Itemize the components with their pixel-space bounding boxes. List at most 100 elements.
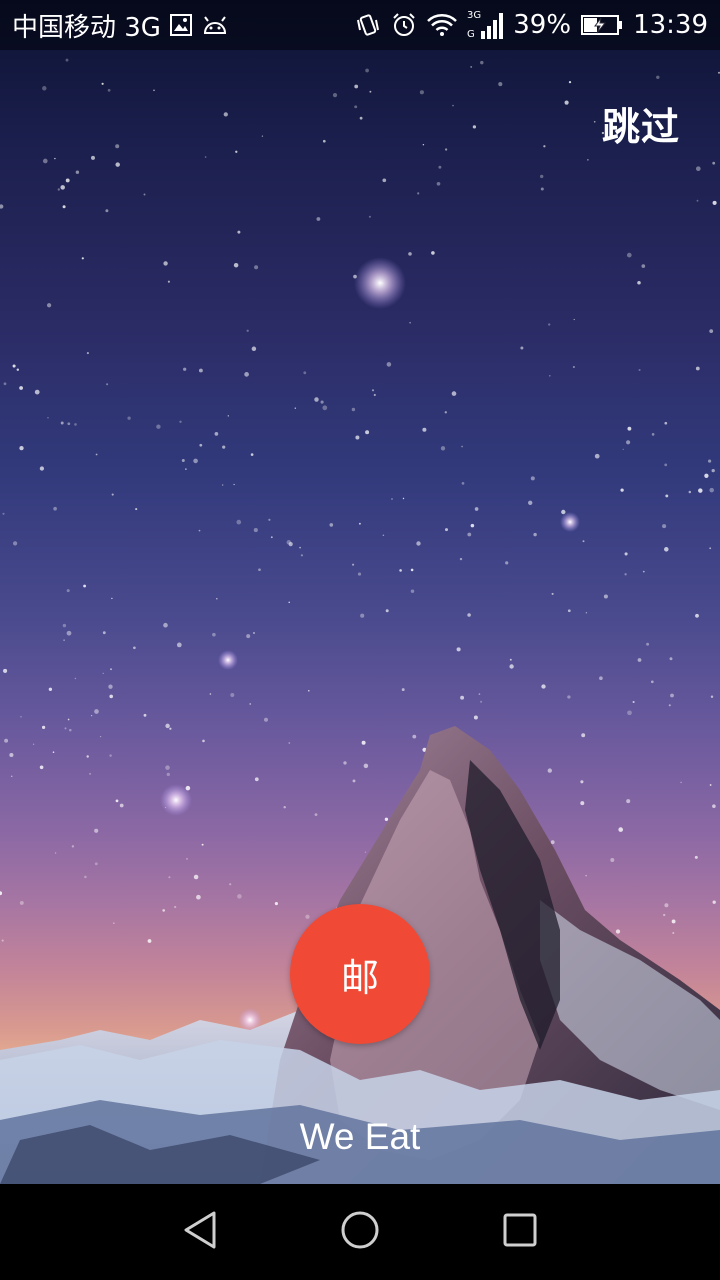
recents-button[interactable] <box>496 1208 544 1256</box>
star <box>254 777 259 782</box>
star <box>91 155 95 160</box>
star <box>222 445 226 449</box>
star <box>422 427 427 432</box>
star <box>626 440 631 445</box>
star <box>452 104 454 107</box>
star <box>530 476 535 481</box>
star <box>46 303 52 308</box>
star <box>467 613 471 617</box>
svg-text:G: G <box>467 29 475 40</box>
star <box>95 453 98 456</box>
star <box>181 459 185 462</box>
star <box>332 93 338 98</box>
star <box>102 672 104 675</box>
star <box>3 668 8 673</box>
star <box>712 900 716 904</box>
star <box>385 609 389 613</box>
star <box>391 498 393 500</box>
star <box>695 166 701 172</box>
star <box>2 512 5 515</box>
star <box>409 321 411 324</box>
star <box>585 874 587 877</box>
star <box>573 318 575 321</box>
star <box>698 488 703 493</box>
star <box>357 572 362 576</box>
star <box>179 420 182 423</box>
star <box>303 371 307 375</box>
star <box>708 459 712 463</box>
star <box>250 453 254 456</box>
home-button[interactable] <box>336 1208 384 1256</box>
star <box>83 584 87 588</box>
star <box>548 323 551 326</box>
star <box>663 913 666 917</box>
star <box>143 193 146 196</box>
star <box>143 713 147 717</box>
star <box>244 372 249 377</box>
star <box>54 852 57 854</box>
star <box>528 500 533 505</box>
star <box>153 89 155 92</box>
star <box>712 200 717 205</box>
star <box>680 781 682 784</box>
star <box>401 688 405 692</box>
star <box>110 668 112 671</box>
star <box>69 728 72 732</box>
star <box>456 647 461 652</box>
star <box>480 60 484 65</box>
star <box>4 738 9 743</box>
star <box>288 742 291 744</box>
star <box>712 161 716 165</box>
star <box>451 391 457 396</box>
star <box>86 755 89 758</box>
star <box>107 88 111 92</box>
star <box>712 804 716 808</box>
star <box>626 252 632 258</box>
star <box>587 159 589 161</box>
star <box>444 411 447 414</box>
star <box>47 417 49 419</box>
app-logo: 邮 <box>290 904 430 1044</box>
star <box>670 693 674 698</box>
star <box>115 144 120 149</box>
star <box>354 84 359 89</box>
star <box>567 609 571 613</box>
star <box>641 264 646 268</box>
star <box>214 432 219 436</box>
star <box>81 257 84 260</box>
star <box>498 82 503 87</box>
star <box>459 557 463 561</box>
star <box>112 922 115 925</box>
recents-icon <box>502 1212 538 1252</box>
splash-screen: 中国移动 3G 3G G 39% 13:39 跳过 邮 We Eat <box>0 0 720 1280</box>
skip-button[interactable]: 跳过 <box>602 96 680 151</box>
star <box>106 383 109 386</box>
star <box>48 687 53 691</box>
star <box>688 490 692 494</box>
star <box>408 252 412 256</box>
star <box>711 468 715 473</box>
star <box>198 529 201 532</box>
star <box>42 158 48 164</box>
star <box>669 657 673 661</box>
star <box>199 443 203 447</box>
star <box>386 362 392 367</box>
star <box>615 929 621 934</box>
star <box>650 680 654 684</box>
star <box>169 727 172 730</box>
star <box>664 463 668 467</box>
star <box>470 65 473 68</box>
star <box>57 188 60 191</box>
star <box>419 90 424 95</box>
home-icon <box>340 1210 380 1254</box>
star <box>294 407 296 409</box>
star <box>42 725 46 730</box>
star <box>229 883 232 886</box>
back-button[interactable] <box>176 1208 224 1256</box>
star <box>251 346 257 352</box>
star <box>470 523 475 528</box>
star <box>3 382 7 386</box>
star <box>351 407 356 412</box>
star <box>410 568 414 572</box>
star <box>198 368 203 373</box>
